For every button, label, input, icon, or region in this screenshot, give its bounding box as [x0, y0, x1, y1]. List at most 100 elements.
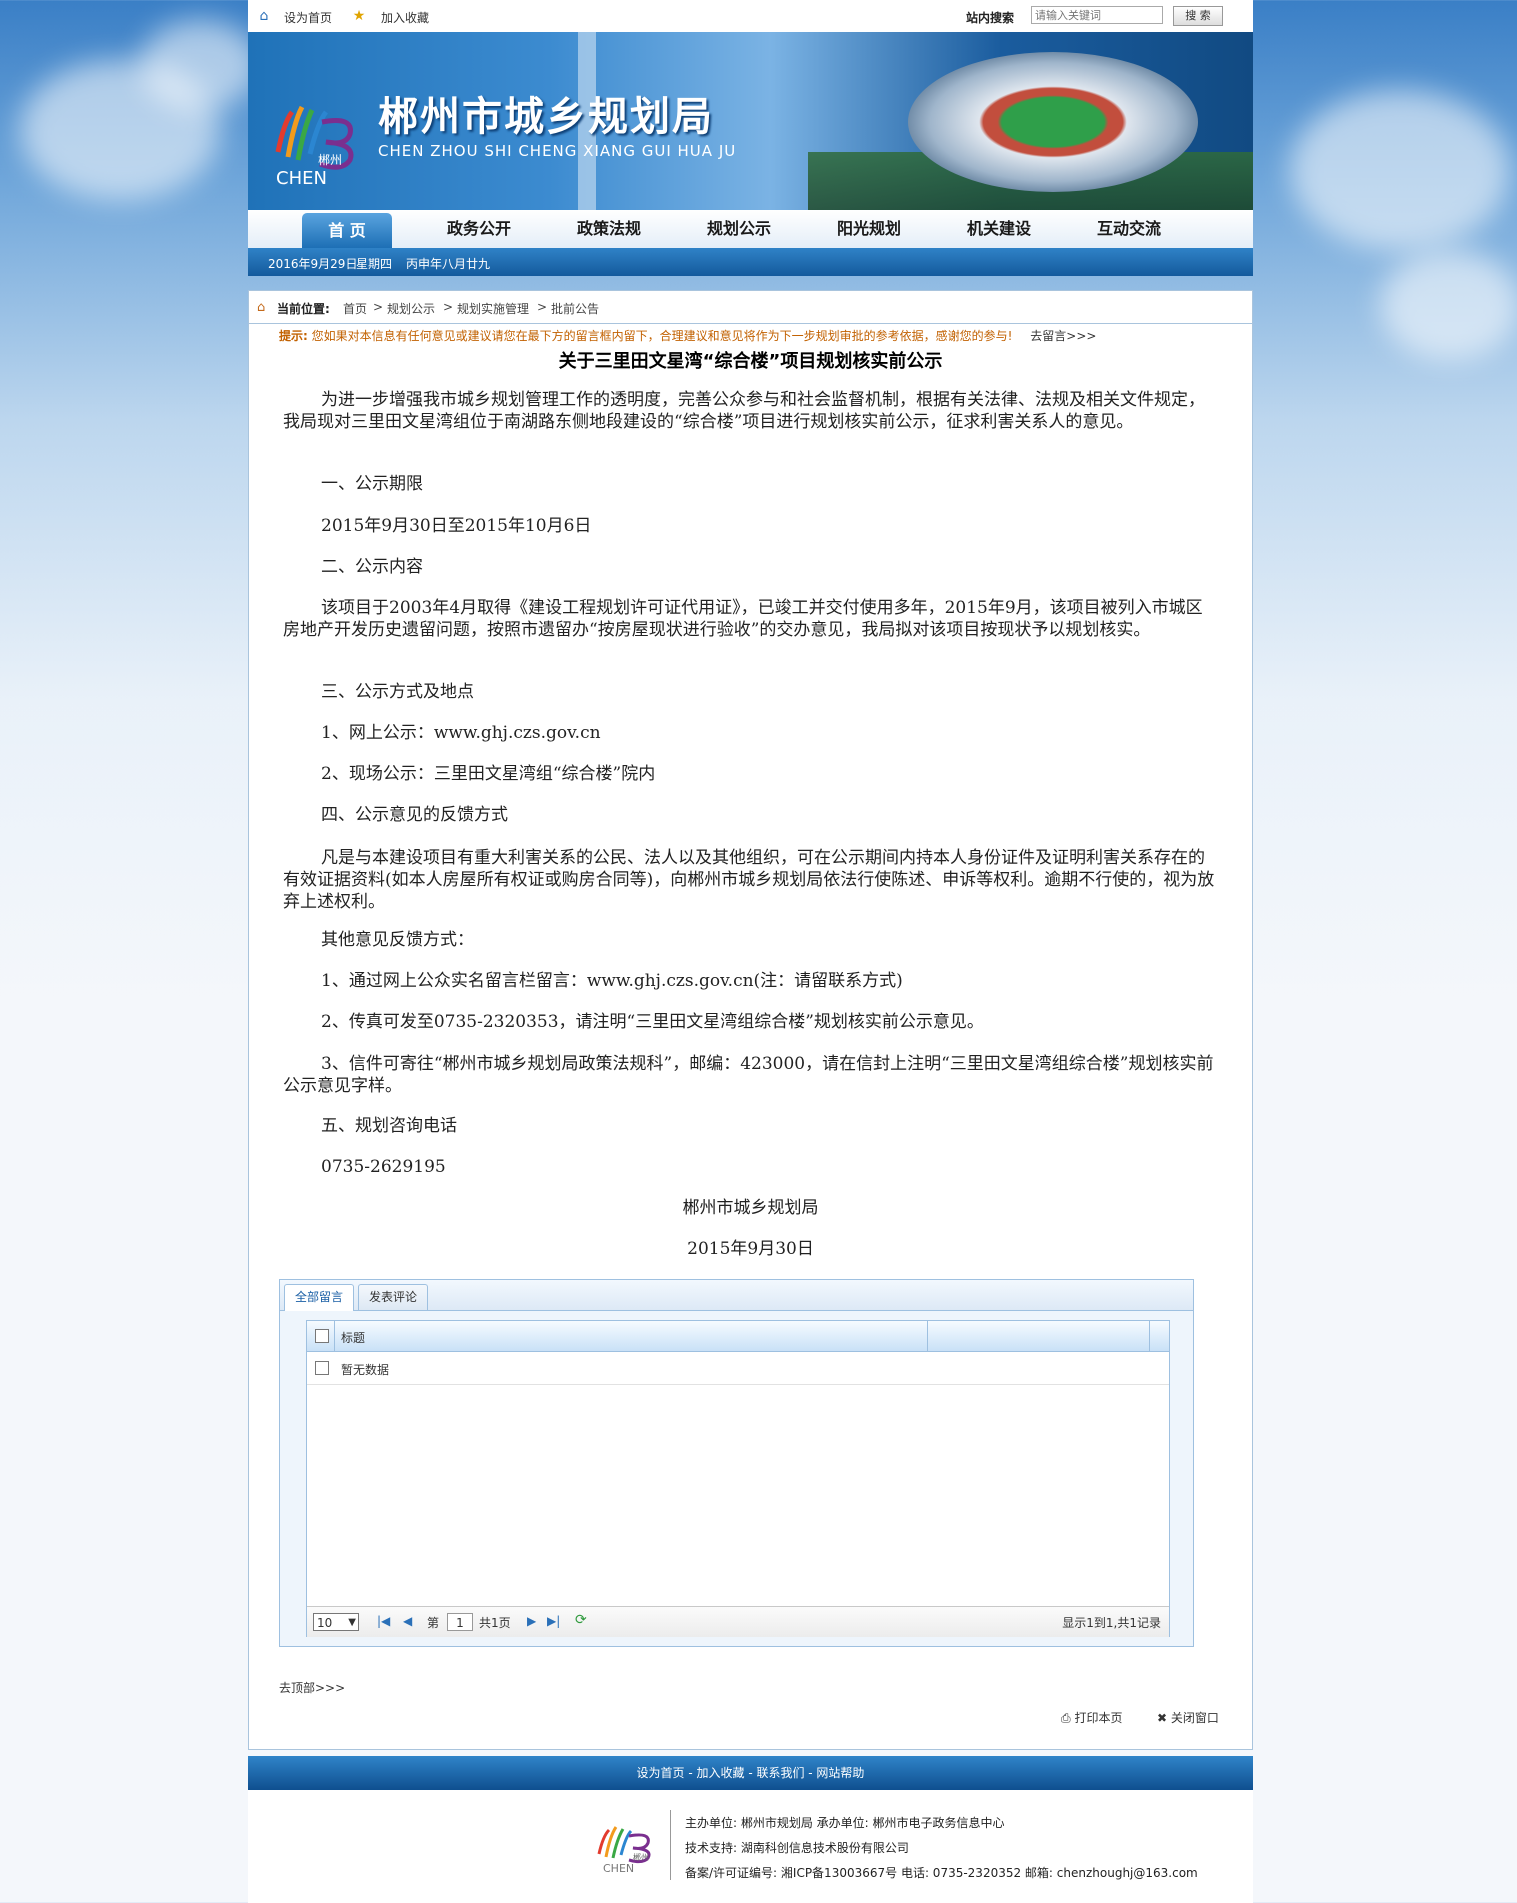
- footer-logo: 郴州 CHEN: [597, 1826, 651, 1874]
- pagination-bar: 10 ▼ |◀ ◀ 第 1 共1页 ▶ ▶| ⟳ 显示1到1,共1记录: [307, 1606, 1169, 1637]
- site-title: 郴州市城乡规划局: [378, 94, 714, 140]
- breadcrumb-planning-notice[interactable]: 规划公示: [387, 300, 435, 317]
- column-title[interactable]: 标题: [341, 1329, 365, 1346]
- search-label: 站内搜索: [966, 11, 1015, 25]
- back-to-top-link[interactable]: 去顶部>>>: [279, 1679, 345, 1696]
- current-date: 2016年9月29日: [268, 257, 358, 271]
- chevron-down-icon: ▼: [348, 1617, 356, 1628]
- select-all-checkbox[interactable]: [315, 1329, 329, 1343]
- nav-home[interactable]: 首 页: [302, 213, 392, 248]
- tab-all-comments[interactable]: 全部留言: [284, 1284, 355, 1311]
- prev-page-icon[interactable]: ◀: [403, 1614, 412, 1628]
- article-paragraph: 2、现场公示：三里田文星湾组“综合楼”院内: [321, 764, 656, 784]
- bureau-logo: 郴州 CHEN: [275, 105, 354, 189]
- nav-government-affairs[interactable]: 政务公开: [434, 210, 524, 248]
- article-paragraph: 1、通过网上公众实名留言栏留言：www.ghj.czs.gov.cn(注：请留联…: [321, 971, 903, 991]
- main-nav: 首 页 政务公开 政策法规 规划公示 阳光规划 机关建设 互动交流: [248, 210, 1253, 249]
- column-divider: [334, 1321, 335, 1351]
- breadcrumb-separator: >: [443, 300, 454, 314]
- home-icon: ⌂: [259, 8, 269, 24]
- article-heading: 五、规划咨询电话: [321, 1116, 457, 1136]
- search-button[interactable]: 搜 索: [1173, 6, 1223, 26]
- article-paragraph: 凡是与本建设项目有重大利害关系的公民、法人以及其他组织，可在公示期间内持本人身份…: [283, 848, 1215, 912]
- breadcrumb-pre-approval[interactable]: 批前公告: [551, 300, 599, 317]
- print-label: 打印本页: [1074, 1711, 1123, 1725]
- close-label: 关闭窗口: [1170, 1711, 1219, 1725]
- printer-icon: ⎙: [1061, 1711, 1071, 1725]
- top-bar: ⌂ 设为首页 ★ 加入收藏 站内搜索 搜 索: [248, 0, 1253, 32]
- logo-text: 郴州: [318, 153, 342, 167]
- empty-data-text: 暂无数据: [341, 1363, 390, 1377]
- lunar-date: 丙申年八月廿九: [406, 257, 491, 271]
- home-icon: ⌂: [257, 300, 266, 315]
- column-divider: [1149, 1321, 1150, 1351]
- article-heading: 二、公示内容: [321, 557, 423, 577]
- breadcrumb-home[interactable]: 首页: [343, 300, 367, 317]
- article-title: 关于三里田文星湾“综合楼”项目规划核实前公示: [558, 351, 943, 372]
- page-total: 共1页: [479, 1616, 511, 1630]
- footer-logo-text: 郴州: [633, 1853, 649, 1862]
- breadcrumb-separator: >: [373, 300, 384, 314]
- article-paragraph: 0735-2629195: [321, 1157, 446, 1177]
- star-icon: ★: [352, 8, 366, 24]
- footer-logo-sub: CHEN: [603, 1862, 634, 1874]
- content-panel: ⌂ 当前位置: 首页 > 规划公示 > 规划实施管理 > 批前公告 提示: 您如…: [248, 290, 1253, 1750]
- article-paragraph: 该项目于2003年4月取得《建设工程规划许可证代用证》，已竣工并交付使用多年，2…: [283, 598, 1203, 640]
- article-paragraph: 其他意见反馈方式：: [321, 930, 474, 950]
- leave-message-link[interactable]: 去留言>>>: [1030, 329, 1096, 343]
- page-size-value: 10: [317, 1616, 333, 1630]
- tab-post-comment[interactable]: 发表评论: [358, 1284, 429, 1310]
- stadium-image: [908, 52, 1198, 192]
- record-info: 显示1到1,共1记录: [1062, 1616, 1161, 1630]
- article-heading: 三、公示方式及地点: [321, 682, 474, 702]
- notice-prefix: 提示:: [279, 329, 308, 343]
- article-sign-date: 2015年9月30日: [687, 1239, 814, 1259]
- print-page-button[interactable]: ⎙ 打印本页: [1061, 1709, 1122, 1726]
- site-title-english: CHEN ZHOU SHI CHENG XIANG GUI HUA JU: [378, 142, 737, 160]
- nav-planning-notice[interactable]: 规划公示: [694, 210, 784, 248]
- first-page-icon[interactable]: |◀: [377, 1614, 390, 1628]
- footer-sponsor: 主办单位: 郴州市规划局 承办单位: 郴州市电子政务信息中心: [685, 1816, 1005, 1830]
- article-signature: 郴州市城乡规划局: [682, 1198, 819, 1218]
- footer-icp: 备案/许可证编号: 湘ICP备13003667号 电话: 0735-232035…: [685, 1866, 1198, 1880]
- close-window-button[interactable]: ✖ 关闭窗口: [1157, 1709, 1219, 1726]
- current-weekday: 星期四: [356, 257, 393, 271]
- row-checkbox[interactable]: [315, 1361, 329, 1375]
- table-row: 暂无数据: [307, 1352, 1169, 1385]
- header-banner: 郴州 CHEN 郴州市城乡规划局 CHEN ZHOU SHI CHENG XIA…: [248, 32, 1253, 210]
- page-number-input[interactable]: 1: [447, 1613, 473, 1631]
- footer: 郴州 CHEN 主办单位: 郴州市规划局 承办单位: 郴州市电子政务信息中心 技…: [248, 1790, 1253, 1903]
- breadcrumb-implementation[interactable]: 规划实施管理: [457, 300, 529, 317]
- search-input[interactable]: [1031, 6, 1163, 24]
- footer-links[interactable]: 设为首页 - 加入收藏 - 联系我们 - 网站帮助: [248, 1756, 1253, 1790]
- logo-sub-text: CHEN: [276, 168, 327, 189]
- article-heading: 一、公示期限: [321, 474, 423, 494]
- last-page-icon[interactable]: ▶|: [547, 1614, 560, 1628]
- page-prefix: 第: [427, 1616, 440, 1630]
- page-size-select[interactable]: 10 ▼: [313, 1613, 359, 1631]
- date-bar: 2016年9月29日 星期四 丙申年八月廿九: [248, 248, 1253, 276]
- column-divider: [927, 1321, 928, 1351]
- breadcrumb-separator: >: [537, 300, 548, 314]
- article-paragraph: 1、网上公示：www.ghj.czs.gov.cn: [321, 723, 601, 743]
- article-paragraph: 为进一步增强我市城乡规划管理工作的透明度，完善公众参与和社会监督机制，根据有关法…: [283, 390, 1205, 432]
- breadcrumb: ⌂ 当前位置: 首页 > 规划公示 > 规划实施管理 > 批前公告: [249, 291, 1252, 324]
- nav-sunshine-planning[interactable]: 阳光规划: [824, 210, 914, 248]
- nav-interaction[interactable]: 互动交流: [1084, 210, 1174, 248]
- article-paragraph: 2015年9月30日至2015年10月6日: [321, 516, 592, 536]
- footer-tech-support: 技术支持: 湖南科创信息技术股份有限公司: [685, 1841, 909, 1855]
- refresh-icon[interactable]: ⟳: [575, 1612, 587, 1628]
- comments-panel: 全部留言 发表评论 标题 暂无数据 10 ▼ |◀ ◀ 第 1 共1页 ▶ ▶|…: [279, 1279, 1194, 1647]
- nav-agency-building[interactable]: 机关建设: [954, 210, 1044, 248]
- grid-header: 标题: [307, 1321, 1169, 1352]
- notice-text: 您如果对本信息有任何意见或建议请您在最下方的留言框内留下，合理建议和意见将作为下…: [311, 329, 1013, 343]
- set-home-link[interactable]: 设为首页: [284, 9, 332, 26]
- comments-grid: 标题 暂无数据 10 ▼ |◀ ◀ 第 1 共1页 ▶ ▶| ⟳ 显示1到1,共…: [306, 1320, 1170, 1637]
- notice-bar: 提示: 您如果对本信息有任何意见或建议请您在最下方的留言框内留下，合理建议和意见…: [279, 327, 1096, 344]
- add-favorite-link[interactable]: 加入收藏: [381, 9, 429, 26]
- footer-divider: [670, 1810, 671, 1880]
- next-page-icon[interactable]: ▶: [527, 1614, 536, 1628]
- close-icon: ✖: [1157, 1711, 1168, 1725]
- nav-policy-regulations[interactable]: 政策法规: [564, 210, 654, 248]
- comments-tabs: 全部留言 发表评论: [280, 1280, 1193, 1311]
